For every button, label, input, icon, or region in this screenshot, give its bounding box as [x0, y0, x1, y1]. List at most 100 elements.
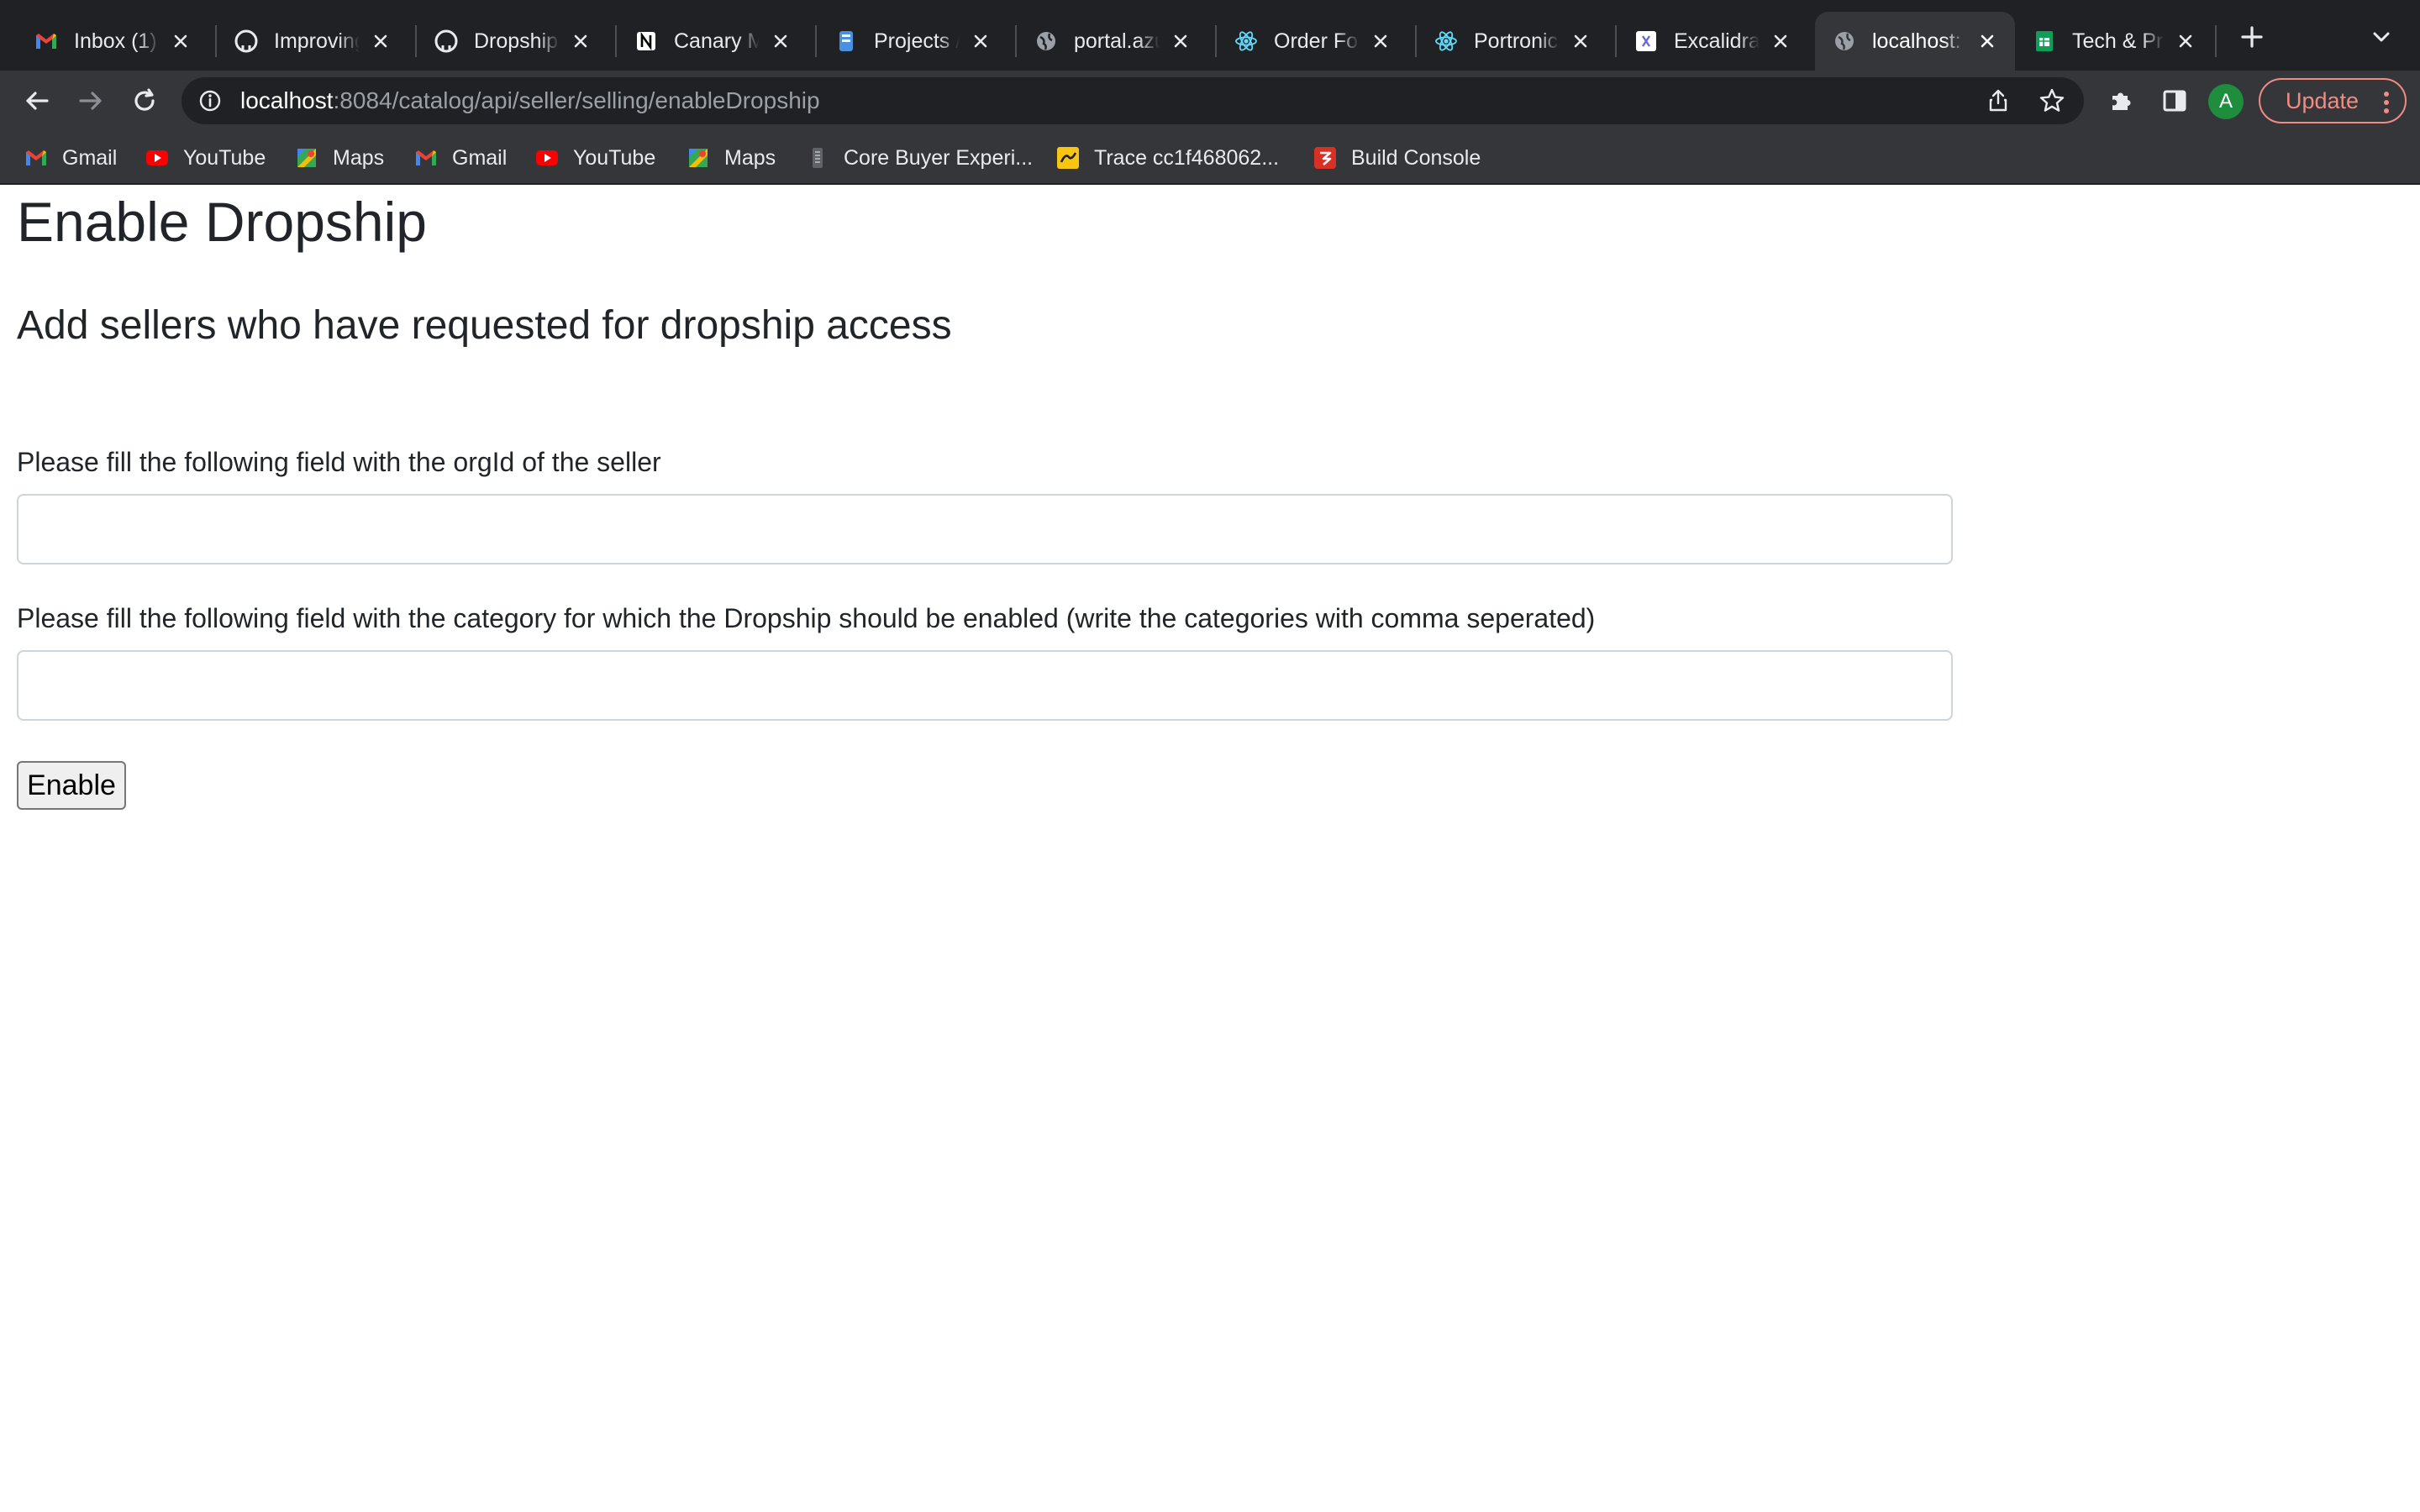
new-tab-button[interactable]	[2235, 22, 2269, 55]
close-icon[interactable]	[568, 29, 593, 54]
close-icon[interactable]	[1975, 29, 2000, 54]
document-icon	[805, 145, 830, 171]
sheets-icon	[2032, 29, 2057, 54]
tab-title: Projects /	[874, 29, 960, 53]
page-subtitle: Add sellers who have requested for drops…	[17, 303, 952, 348]
maps-icon	[686, 145, 711, 171]
globe-icon	[1034, 29, 1059, 54]
plus-icon	[2238, 24, 2265, 55]
gmail-icon	[34, 29, 59, 54]
category-input[interactable]	[17, 650, 1953, 721]
tab-title: Excalidraw	[1674, 29, 1760, 53]
bookmark-maps[interactable]: Maps	[294, 143, 384, 173]
side-panel-button[interactable]	[2156, 82, 2193, 119]
bookmark-label: YouTube	[183, 145, 266, 170]
tab-canary[interactable]: Canary M	[617, 12, 808, 71]
globe-icon	[1832, 29, 1857, 54]
build-icon	[1313, 145, 1338, 171]
tab-portal[interactable]: portal.azu	[1017, 12, 1208, 71]
bookmark-label: Build Console	[1351, 145, 1481, 170]
bookmark-maps[interactable]: Maps	[686, 143, 776, 173]
tab-excalidraw[interactable]: Excalidraw	[1617, 12, 1808, 71]
react-icon	[1234, 29, 1259, 54]
reload-icon	[130, 87, 159, 115]
tab-title: Improving	[274, 29, 360, 53]
tab-title: portal.azu	[1074, 29, 1160, 53]
close-icon[interactable]	[2173, 29, 2198, 54]
excalidraw-icon	[1634, 29, 1659, 54]
bookmark-trace[interactable]: Trace cc1f468062...	[1055, 143, 1279, 173]
category-label: Please fill the following field with the…	[17, 603, 1596, 633]
youtube-icon	[145, 145, 170, 171]
maps-icon	[294, 145, 319, 171]
bookmark-core-buyer[interactable]: Core Buyer Experi...	[805, 143, 1033, 173]
jira-icon	[834, 29, 859, 54]
close-icon[interactable]	[768, 29, 793, 54]
github-icon	[434, 29, 459, 54]
back-button[interactable]	[18, 82, 55, 119]
kebab-menu-icon[interactable]	[2383, 90, 2390, 121]
bookmark-label: Maps	[333, 145, 385, 170]
url-text: localhost:8084/catalog/api/seller/sellin…	[240, 87, 820, 114]
bookmarks-bar: Gmail YouTube Maps Gmail YouTube Maps Co…	[0, 131, 2420, 185]
bookmark-gmail[interactable]: Gmail	[24, 143, 117, 173]
forward-button[interactable]	[72, 82, 109, 119]
close-icon[interactable]	[1368, 29, 1393, 54]
bookmark-label: Gmail	[62, 145, 118, 170]
tab-search-button[interactable]	[2368, 25, 2395, 52]
update-label: Update	[2286, 87, 2360, 113]
tab-projects[interactable]: Projects /	[817, 12, 1008, 71]
arrow-left-icon	[23, 87, 51, 115]
url-path: :8084/catalog/api/seller/selling/enableD…	[333, 87, 820, 113]
bookmark-build-console[interactable]: Build Console	[1313, 143, 1481, 173]
gmail-icon	[413, 145, 439, 171]
chevron-down-icon	[2370, 26, 2392, 52]
tab-title: localhost:	[1872, 29, 1961, 53]
tab-localhost[interactable]: localhost:	[1815, 12, 2015, 71]
tab-strip: Inbox (1) - Improving Dropship Canary M …	[0, 0, 2420, 71]
tab-title: Portronics	[1474, 29, 1560, 53]
tab-tech[interactable]: Tech & Pr	[2015, 12, 2213, 71]
update-button[interactable]: Update	[2259, 78, 2407, 123]
tab-order-form[interactable]: Order For	[1217, 12, 1408, 71]
tab-portronics[interactable]: Portronics	[1417, 12, 1608, 71]
close-icon[interactable]	[1768, 29, 1793, 54]
org-id-label: Please fill the following field with the…	[17, 447, 661, 477]
tab-dropship[interactable]: Dropship	[417, 12, 608, 71]
arrow-right-icon	[76, 87, 105, 115]
extensions-button[interactable]	[2102, 82, 2139, 119]
tab-title: Dropship	[474, 29, 559, 53]
github-icon	[234, 29, 259, 54]
close-icon[interactable]	[1168, 29, 1193, 54]
bookmark-youtube[interactable]: YouTube	[145, 143, 266, 173]
react-icon	[1434, 29, 1459, 54]
bookmark-label: Maps	[724, 145, 776, 170]
star-icon[interactable]	[2037, 86, 2067, 116]
org-id-input[interactable]	[17, 494, 1953, 564]
reload-button[interactable]	[126, 82, 163, 119]
tab-title: Order For	[1274, 29, 1360, 53]
tab-improving[interactable]: Improving	[217, 12, 408, 71]
browser-toolbar: localhost:8084/catalog/api/seller/sellin…	[0, 71, 2420, 131]
profile-avatar[interactable]: A	[2208, 84, 2244, 119]
bookmark-label: Gmail	[452, 145, 508, 170]
tab-inbox[interactable]: Inbox (1) -	[17, 12, 208, 71]
bookmark-label: Trace cc1f468062...	[1094, 145, 1280, 170]
close-icon[interactable]	[368, 29, 393, 54]
bookmark-gmail[interactable]: Gmail	[413, 143, 507, 173]
close-icon[interactable]	[1568, 29, 1593, 54]
puzzle-icon	[2107, 87, 2134, 114]
gmail-icon	[24, 145, 49, 171]
share-icon[interactable]	[1983, 86, 2013, 116]
bookmark-youtube[interactable]: YouTube	[534, 143, 655, 173]
tab-title: Tech & Pr	[2072, 29, 2164, 53]
close-icon[interactable]	[168, 29, 193, 54]
info-icon[interactable]	[197, 87, 224, 114]
enable-button[interactable]: Enable	[17, 761, 126, 810]
tab-title: Inbox (1) -	[74, 29, 160, 53]
tab-title: Canary M	[674, 29, 760, 53]
close-icon[interactable]	[968, 29, 993, 54]
bookmark-label: YouTube	[573, 145, 656, 170]
address-bar[interactable]: localhost:8084/catalog/api/seller/sellin…	[182, 77, 2084, 124]
side-panel-icon	[2162, 88, 2187, 113]
